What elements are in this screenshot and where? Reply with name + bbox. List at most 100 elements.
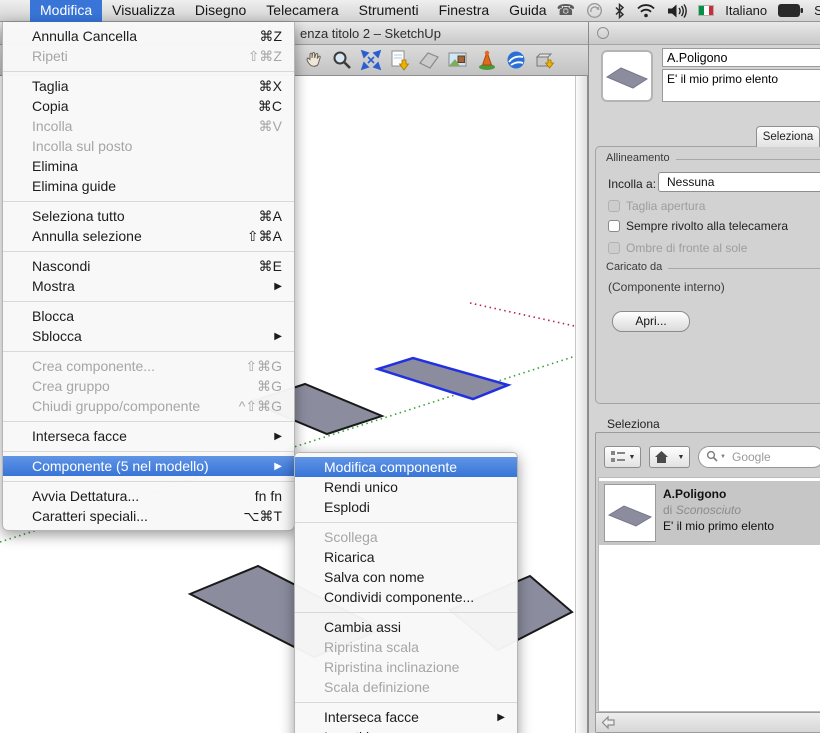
menu-item-interseca-facce[interactable]: Interseca facce▶ xyxy=(295,707,517,727)
list-item-author: di Sconosciuto xyxy=(663,502,774,518)
menu-item-elimina[interactable]: Elimina xyxy=(3,156,294,176)
component-description-field[interactable]: E' il mio primo elento xyxy=(662,69,820,102)
menu-item-nascondi[interactable]: Nascondi⌘E xyxy=(3,256,294,276)
edit-menu: Annulla Cancella⌘ZRipeti⇧⌘ZTaglia⌘XCopia… xyxy=(2,22,295,531)
menu-item-incolla-sul-posto: Incolla sul posto xyxy=(3,136,294,156)
menu-item-caratteri-speciali[interactable]: Caratteri speciali...⌥⌘T xyxy=(3,506,294,526)
menu-item-label: Rendi unico xyxy=(324,479,505,495)
menu-item-salva-con-nome[interactable]: Salva con nome xyxy=(295,567,517,587)
glue-to-dropdown[interactable]: Nessuna xyxy=(658,172,820,192)
checkbox-taglia-apertura: Taglia apertura xyxy=(608,199,705,213)
battery-icon[interactable] xyxy=(778,4,803,17)
menubar-item-guida[interactable]: Guida xyxy=(499,0,556,22)
menu-item-esplodi[interactable]: Esplodi xyxy=(295,497,517,517)
menubar-item-telecamera[interactable]: Telecamera xyxy=(256,0,348,22)
menu-item-mostra[interactable]: Mostra▶ xyxy=(3,276,294,296)
menu-item-label: Taglia xyxy=(32,78,259,94)
google-earth-icon[interactable] xyxy=(505,49,527,71)
home-button[interactable] xyxy=(649,446,674,468)
menu-item-chiudi-gruppo-componente: Chiudi gruppo/componente^⇧⌘G xyxy=(3,396,294,416)
photo-texture-icon[interactable] xyxy=(447,49,469,71)
menubar-item-finestra[interactable]: Finestra xyxy=(429,0,500,22)
menu-item-sblocca[interactable]: Sblocca▶ xyxy=(3,326,294,346)
checkbox-sempre-rivolto[interactable]: Sempre rivolto alla telecamera xyxy=(608,219,788,233)
panel-titlebar[interactable] xyxy=(589,22,820,45)
menu-item-label: Avvia Dettatura... xyxy=(32,488,255,504)
menu-separator xyxy=(3,451,294,452)
menu-item-shortcut: ⇧⌘G xyxy=(245,358,282,375)
menu-item-blocca[interactable]: Blocca xyxy=(3,306,294,326)
menu-separator xyxy=(3,251,294,252)
checkbox-icon[interactable] xyxy=(608,220,620,232)
author-prefix: di xyxy=(663,503,672,517)
selected-component-face[interactable] xyxy=(378,358,508,399)
menu-item-crea-gruppo: Crea gruppo⌘G xyxy=(3,376,294,396)
submenu-arrow-icon: ▶ xyxy=(497,712,505,723)
bluetooth-icon[interactable] xyxy=(614,3,625,19)
menu-item-seleziona-tutto[interactable]: Seleziona tutto⌘A xyxy=(3,206,294,226)
open-button[interactable]: Apri... xyxy=(612,311,690,332)
chevron-down-icon: ▼ xyxy=(629,454,636,461)
menu-item-condividi-componente[interactable]: Condividi componente... xyxy=(295,587,517,607)
menubar-item-visualizza[interactable]: Visualizza xyxy=(102,0,185,22)
tab-seleziona[interactable]: Seleziona xyxy=(756,126,820,147)
menu-item-avvia-dettatura[interactable]: Avvia Dettatura...fn fn xyxy=(3,486,294,506)
checkbox-ombre-sole: Ombre di fronte al sole xyxy=(608,241,747,255)
component-name-field[interactable] xyxy=(662,48,820,67)
checkbox-label: Sempre rivolto alla telecamera xyxy=(626,219,788,233)
menubar-item-modifica[interactable]: Modifica xyxy=(30,0,102,22)
menu-item-taglia[interactable]: Taglia⌘X xyxy=(3,76,294,96)
list-item-thumbnail xyxy=(604,484,656,542)
home-menu-button[interactable]: ▼ xyxy=(673,446,690,468)
menu-item-ripristina-scala: Ripristina scala xyxy=(295,637,517,657)
wifi-icon[interactable] xyxy=(636,3,656,18)
canvas-scrollbar[interactable] xyxy=(575,76,588,733)
zoom-extents-icon[interactable] xyxy=(360,49,382,71)
menu-item-label: Sblocca xyxy=(32,328,266,344)
menubar-item-strumenti[interactable]: Strumenti xyxy=(349,0,429,22)
get-models-icon[interactable] xyxy=(389,49,411,71)
menu-item-label: Annulla Cancella xyxy=(32,28,259,44)
search-scope[interactable]: ▼ xyxy=(706,450,726,463)
pan-tool-icon[interactable] xyxy=(302,49,324,71)
model-figure-icon[interactable] xyxy=(476,49,498,71)
menu-item-label: Elimina xyxy=(32,158,282,174)
face-style-icon[interactable] xyxy=(418,49,440,71)
alignment-section: Allineamento xyxy=(606,152,820,164)
sync-icon[interactable] xyxy=(586,2,603,19)
menu-item-componente-5-nel-modello[interactable]: Componente (5 nel modello)▶ xyxy=(3,456,294,476)
menu-item-scollega: Scollega xyxy=(295,527,517,547)
menu-item-rendi-unico[interactable]: Rendi unico xyxy=(295,477,517,497)
component-list-item-selected[interactable]: A.Poligono di Sconosciuto E' il mio prim… xyxy=(599,481,820,545)
back-arrow-icon[interactable] xyxy=(601,715,617,730)
volume-icon[interactable] xyxy=(667,3,687,19)
search-icon xyxy=(706,450,719,463)
menu-item-cambia-assi[interactable]: Cambia assi xyxy=(295,617,517,637)
menubar-item-disegno[interactable]: Disegno xyxy=(185,0,256,22)
menu-item-label: Modifica componente xyxy=(324,459,505,475)
menu-item-label: Condividi componente... xyxy=(324,589,505,605)
menu-item-interseca-facce[interactable]: Interseca facce▶ xyxy=(3,426,294,446)
menu-item-shortcut: ⇧⌘A xyxy=(247,228,282,245)
flag-italy-icon[interactable] xyxy=(698,5,714,16)
chevron-down-icon: ▼ xyxy=(678,454,685,461)
menu-item-inverti-lungo-asse[interactable]: Inverti lungo asse▶ xyxy=(295,727,517,733)
menu-item-modifica-componente[interactable]: Modifica componente xyxy=(295,457,517,477)
menu-item-annulla-selezione[interactable]: Annulla selezione⇧⌘A xyxy=(3,226,294,246)
share-model-icon[interactable] xyxy=(534,49,556,71)
phone-icon[interactable]: ☎ xyxy=(557,0,576,22)
menu-item-annulla-cancella[interactable]: Annulla Cancella⌘Z xyxy=(3,26,294,46)
close-icon[interactable] xyxy=(597,27,609,39)
divider xyxy=(668,268,820,269)
language-label[interactable]: Italiano xyxy=(725,3,767,18)
menu-item-ricarica[interactable]: Ricarica xyxy=(295,547,517,567)
component-list[interactable]: A.Poligono di Sconosciuto E' il mio prim… xyxy=(598,477,820,712)
menu-item-shortcut: ⌘X xyxy=(259,78,282,95)
zoom-tool-icon[interactable] xyxy=(331,49,353,71)
menu-item-elimina-guide[interactable]: Elimina guide xyxy=(3,176,294,196)
menu-item-copia[interactable]: Copia⌘C xyxy=(3,96,294,116)
view-options-button[interactable]: ▼ xyxy=(604,446,641,468)
menu-separator xyxy=(3,201,294,202)
list-view-icon xyxy=(610,450,626,464)
menu-item-label: Inverti lungo asse xyxy=(324,729,489,733)
